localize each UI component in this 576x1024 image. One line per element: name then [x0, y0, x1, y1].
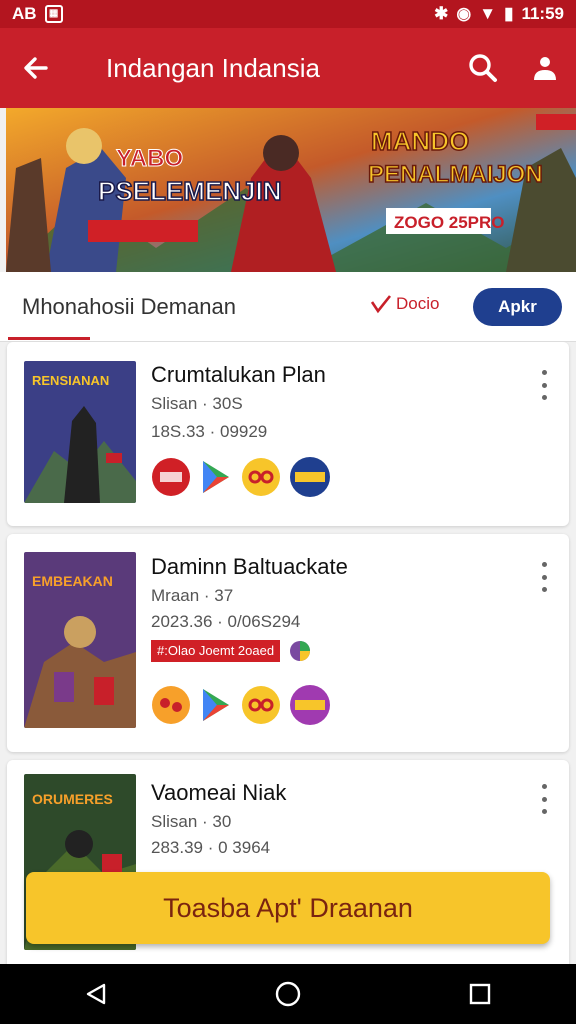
- tab-bar: Mhonahosii Demanan Docio Apkr: [0, 272, 576, 342]
- game-cover: RENSIANAN: [24, 361, 136, 503]
- orange-store-icon[interactable]: [151, 685, 191, 725]
- person-icon: [534, 57, 556, 80]
- page-title: Indangan Indansia: [106, 52, 320, 83]
- triangle-back-icon: [86, 983, 106, 1005]
- circle-home-icon: [275, 981, 301, 1007]
- banner-right-line2: PENALMAIJON: [368, 161, 543, 188]
- banner-right-chip: ZOGO 25PRO: [394, 213, 505, 232]
- google-play-icon[interactable]: [199, 685, 233, 725]
- search-button[interactable]: [452, 28, 514, 108]
- back-arrow-icon: [24, 57, 48, 79]
- game-card[interactable]: EMBEAKAN Daminn Baltuackate Mraan · 37 2…: [7, 534, 569, 752]
- game-title: Vaomeai Niak: [151, 780, 287, 805]
- game-cover-title: EMBEAKAN: [32, 573, 113, 589]
- account-button[interactable]: [514, 28, 576, 108]
- game-title: Daminn Baltuackate: [151, 554, 348, 579]
- more-options-button[interactable]: [539, 370, 549, 400]
- battery-icon: ▮: [504, 4, 514, 23]
- tab-indicator: [8, 337, 90, 340]
- status-left-text: AB: [12, 4, 37, 23]
- tab-check-label: Docio: [396, 294, 440, 313]
- game-card[interactable]: RENSIANAN Crumtalukan Plan Slisan · 30S …: [7, 342, 569, 526]
- banner-left-line2: PSELEMENJIN: [98, 176, 282, 206]
- status-time: 11:59: [521, 4, 564, 23]
- nav-back-button[interactable]: [66, 964, 126, 1024]
- red-store-icon[interactable]: [151, 457, 191, 497]
- tab-check[interactable]: Docio: [370, 294, 439, 314]
- nav-recents-button[interactable]: [450, 964, 510, 1024]
- blue-store-icon[interactable]: [289, 456, 331, 498]
- system-nav-bar: [0, 964, 576, 1024]
- primary-cta-button[interactable]: Toasba Apt' Draanan: [26, 872, 550, 944]
- more-options-button[interactable]: [539, 562, 549, 592]
- google-play-icon[interactable]: [199, 457, 233, 497]
- app-bar: Indangan Indansia: [0, 28, 576, 108]
- more-options-button[interactable]: [539, 784, 549, 814]
- banner-right-line1: MANDO: [371, 126, 469, 156]
- banner-artwork: YABO PSELEMENJIN MANDO PENALMAIJON ZOGO …: [6, 108, 576, 272]
- notification-icon: ▦: [44, 5, 63, 23]
- promo-banner[interactable]: YABO PSELEMENJIN MANDO PENALMAIJON ZOGO …: [6, 108, 576, 272]
- promo-badge: #:Olao Joemt 2oaed: [151, 640, 281, 662]
- color-wheel-icon: [290, 641, 310, 661]
- search-icon: [469, 54, 497, 82]
- tab-main[interactable]: Mhonahosii Demanan: [22, 294, 236, 320]
- game-meta-line1: Slisan · 30S: [151, 394, 243, 413]
- back-button[interactable]: [0, 28, 72, 108]
- game-cover-title: RENSIANAN: [32, 373, 109, 388]
- checkmark-icon: [370, 295, 392, 314]
- game-meta-line1: Mraan · 37: [151, 586, 234, 605]
- store-icons: [151, 684, 331, 726]
- bluetooth-icon: ✱: [434, 4, 449, 23]
- square-recents-icon: [469, 983, 491, 1005]
- game-title: Crumtalukan Plan: [151, 362, 326, 387]
- infinity-icon[interactable]: [241, 685, 281, 725]
- game-cover: EMBEAKAN: [24, 552, 136, 728]
- apk-button[interactable]: Apkr: [473, 288, 562, 326]
- game-meta-line2: 2023.36 · 0/06S294: [151, 612, 301, 631]
- game-meta-line2: 18S.33 · 09929: [151, 422, 268, 441]
- game-cover-title: ORUMERES: [32, 791, 113, 807]
- status-bar: AB ▦ ✱ ◉ ▼ ▮ 11:59: [0, 0, 576, 28]
- game-list: RENSIANAN Crumtalukan Plan Slisan · 30S …: [0, 342, 576, 964]
- store-icons: [151, 456, 331, 498]
- alarm-icon: ◉: [456, 4, 472, 23]
- nav-home-button[interactable]: [258, 964, 318, 1024]
- game-meta-line2: 283.39 · 0 3964: [151, 838, 271, 857]
- infinity-icon[interactable]: [241, 457, 281, 497]
- game-meta-line1: Slisan · 30: [151, 812, 232, 831]
- purple-store-icon[interactable]: [289, 684, 331, 726]
- banner-left-line1: YABO: [116, 145, 183, 172]
- wifi-icon: ▼: [479, 4, 497, 23]
